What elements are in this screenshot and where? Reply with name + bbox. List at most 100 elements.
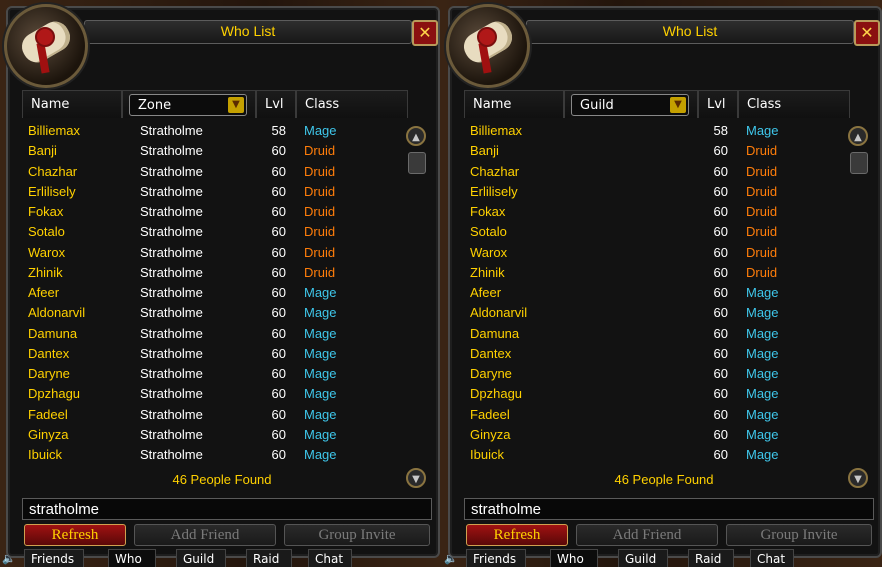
player-class: Mage [746, 366, 779, 381]
speaker-icon[interactable]: 🔈 [444, 552, 458, 565]
list-item[interactable]: Zhinik 60 Druid [464, 262, 844, 282]
player-class: Mage [304, 426, 337, 442]
list-item[interactable]: Damuna 60 Mage [464, 323, 844, 343]
list-item[interactable]: Chazhar 60 Druid [464, 161, 844, 181]
list-item[interactable]: Dpzhagu Stratholme 60 Mage [22, 383, 402, 403]
list-item[interactable]: Dantex 60 Mage [464, 343, 844, 363]
list-item[interactable]: Banji Stratholme 60 Druid [22, 140, 402, 160]
list-item[interactable]: Ginyza 60 Mage [464, 424, 844, 444]
player-level: 60 [713, 366, 728, 381]
list-item[interactable]: Fokax 60 Druid [464, 201, 844, 221]
player-class: Mage [746, 426, 779, 442]
list-item[interactable]: Dantex Stratholme 60 Mage [22, 343, 402, 363]
list-item[interactable]: Warox Stratholme 60 Druid [22, 242, 402, 262]
player-name: Damuna [28, 325, 78, 341]
player-class: Mage [746, 345, 779, 361]
list-item[interactable]: Erlilisely Stratholme 60 Druid [22, 181, 402, 201]
arrow-up-icon[interactable]: ▲ [848, 126, 868, 146]
list-item[interactable]: Fokax Stratholme 60 Druid [22, 201, 402, 221]
group-invite-button[interactable]: Group Invite [284, 524, 430, 546]
dropdown-value: Guild [580, 98, 614, 113]
list-item[interactable]: Ibuick Stratholme 60 Mage [22, 444, 402, 464]
player-name: Fadeel [470, 406, 510, 422]
who-search-input[interactable]: stratholme [22, 498, 432, 520]
tab-friends[interactable]: Friends [24, 549, 84, 567]
col-zone-header: Zone ▼ [122, 90, 256, 118]
tab-chat[interactable]: Chat [308, 549, 352, 567]
tab-raid[interactable]: Raid [688, 549, 734, 567]
list-item[interactable]: Aldonarvil Stratholme 60 Mage [22, 302, 402, 322]
list-item[interactable]: Afeer 60 Mage [464, 282, 844, 302]
player-name: Fadeel [28, 406, 68, 422]
col-lvl-header[interactable]: Lvl [256, 90, 296, 118]
column-dropdown[interactable]: Guild ▼ [571, 94, 689, 116]
player-class: Druid [304, 264, 336, 280]
player-name: Dpzhagu [470, 386, 523, 402]
title-bar[interactable]: Who List [84, 20, 412, 44]
add-friend-button[interactable]: Add Friend [134, 524, 276, 546]
column-dropdown[interactable]: Zone ▼ [129, 94, 247, 116]
chevron-down-icon[interactable]: ▼ [670, 97, 686, 113]
scroll-seal-icon [4, 4, 88, 88]
speaker-icon[interactable]: 🔈 [2, 552, 16, 565]
tab-who[interactable]: Who [108, 549, 156, 567]
group-invite-button[interactable]: Group Invite [726, 524, 872, 546]
player-class: Mage [304, 366, 337, 381]
list-item[interactable]: Fadeel 60 Mage [464, 404, 844, 424]
list-item[interactable]: Ibuick 60 Mage [464, 444, 844, 464]
player-name: Dpzhagu [28, 386, 81, 402]
list-item[interactable]: Damuna Stratholme 60 Mage [22, 323, 402, 343]
close-icon[interactable]: ✕ [854, 20, 880, 46]
col-name-header[interactable]: Name [22, 90, 122, 118]
col-class-header[interactable]: Class [296, 90, 408, 118]
list-item[interactable]: Sotalo Stratholme 60 Druid [22, 221, 402, 241]
player-name: Zhinik [28, 264, 63, 280]
list-item[interactable]: Erlilisely 60 Druid [464, 181, 844, 201]
list-item[interactable]: Warox 60 Druid [464, 242, 844, 262]
player-level: 60 [271, 305, 286, 321]
player-zone: Stratholme [140, 325, 203, 341]
tab-chat[interactable]: Chat [750, 549, 794, 567]
player-name: Aldonarvil [28, 305, 86, 321]
tab-guild[interactable]: Guild [176, 549, 226, 567]
title-bar[interactable]: Who List [526, 20, 854, 44]
player-name: Sotalo [470, 224, 507, 240]
col-class-header[interactable]: Class [738, 90, 850, 118]
refresh-button[interactable]: Refresh [24, 524, 126, 546]
list-item[interactable]: Ginyza Stratholme 60 Mage [22, 424, 402, 444]
scroll-thumb[interactable] [850, 152, 868, 174]
player-zone: Stratholme [140, 406, 203, 422]
list-item[interactable]: Dpzhagu 60 Mage [464, 383, 844, 403]
tab-who[interactable]: Who [550, 549, 598, 567]
scrollbar[interactable]: ▲ ▼ [846, 124, 870, 492]
list-item[interactable]: Zhinik Stratholme 60 Druid [22, 262, 402, 282]
tab-guild[interactable]: Guild [618, 549, 668, 567]
who-search-input[interactable]: stratholme [464, 498, 874, 520]
player-level: 60 [271, 325, 286, 341]
add-friend-button[interactable]: Add Friend [576, 524, 718, 546]
list-item[interactable]: Afeer Stratholme 60 Mage [22, 282, 402, 302]
list-item[interactable]: Billiemax 58 Mage [464, 120, 844, 140]
list-item[interactable]: Billiemax Stratholme 58 Mage [22, 120, 402, 140]
list-item[interactable]: Sotalo 60 Druid [464, 221, 844, 241]
refresh-button[interactable]: Refresh [466, 524, 568, 546]
list-item[interactable]: Aldonarvil 60 Mage [464, 302, 844, 322]
list-item[interactable]: Daryne 60 Mage [464, 363, 844, 383]
tab-raid[interactable]: Raid [246, 549, 292, 567]
list-item[interactable]: Chazhar Stratholme 60 Druid [22, 161, 402, 181]
player-class: Druid [304, 244, 336, 260]
close-icon[interactable]: ✕ [412, 20, 438, 46]
list-item[interactable]: Banji 60 Druid [464, 140, 844, 160]
arrow-up-icon[interactable]: ▲ [406, 126, 426, 146]
tab-friends[interactable]: Friends [466, 549, 526, 567]
list-item[interactable]: Fadeel Stratholme 60 Mage [22, 404, 402, 424]
player-class: Mage [304, 285, 337, 300]
chevron-down-icon[interactable]: ▼ [228, 97, 244, 113]
col-lvl-header[interactable]: Lvl [698, 90, 738, 118]
scrollbar[interactable]: ▲ ▼ [404, 124, 428, 492]
player-class: Mage [304, 305, 337, 321]
list-item[interactable]: Daryne Stratholme 60 Mage [22, 363, 402, 383]
scroll-thumb[interactable] [408, 152, 426, 174]
player-level: 60 [713, 244, 728, 260]
col-name-header[interactable]: Name [464, 90, 564, 118]
